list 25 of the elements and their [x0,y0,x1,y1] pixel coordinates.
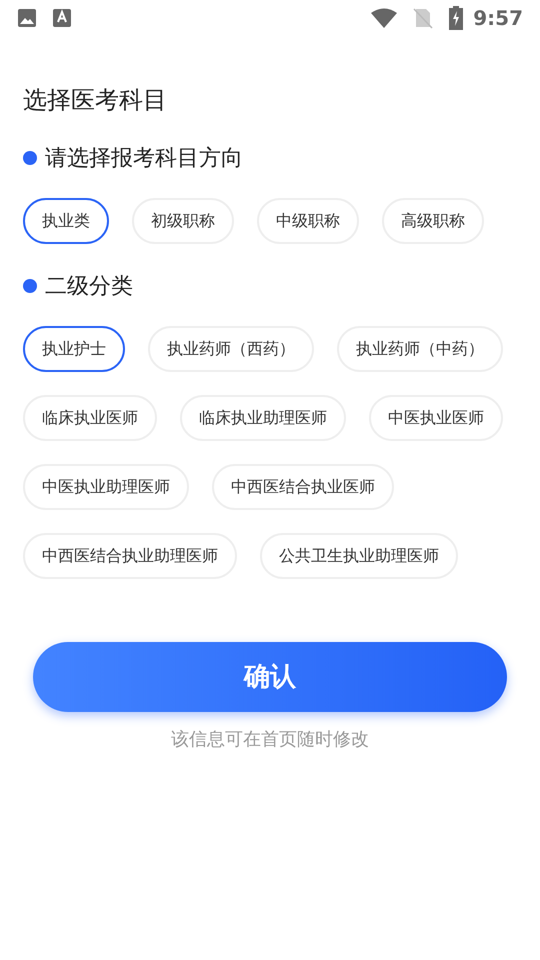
option-chip[interactable]: 初级职称 [132,198,234,244]
option-chip[interactable]: 中西医结合执业助理医师 [23,533,237,579]
option-chip[interactable]: 执业护士 [23,326,125,372]
status-time: 9:57 [473,5,523,32]
option-chip[interactable]: 执业药师（西药） [148,326,314,372]
option-chip[interactable]: 执业药师（中药） [337,326,503,372]
option-chip[interactable]: 中医执业助理医师 [23,464,189,510]
option-chip[interactable]: 临床执业医师 [23,395,157,441]
option-chip[interactable]: 临床执业助理医师 [180,395,346,441]
option-chip[interactable]: 中西医结合执业医师 [212,464,394,510]
no-sim-icon [413,7,434,29]
option-chip[interactable]: 中医执业医师 [369,395,503,441]
confirm-button[interactable]: 确认 [33,642,507,712]
wifi-icon [371,8,398,28]
option-chip[interactable]: 执业类 [23,198,109,244]
section-heading: 二级分类 [45,272,133,300]
option-chip[interactable]: 中级职称 [257,198,359,244]
battery-charging-icon [449,6,464,30]
option-chip[interactable]: 公共卫生执业助理医师 [260,533,458,579]
image-icon [17,8,37,28]
option-chip[interactable]: 高级职称 [382,198,484,244]
hint-text: 该信息可在首页随时修改 [170,728,370,752]
font-icon [53,8,71,28]
page-title: 选择医考科目 [23,85,168,116]
section-heading: 请选择报考科目方向 [45,144,243,172]
